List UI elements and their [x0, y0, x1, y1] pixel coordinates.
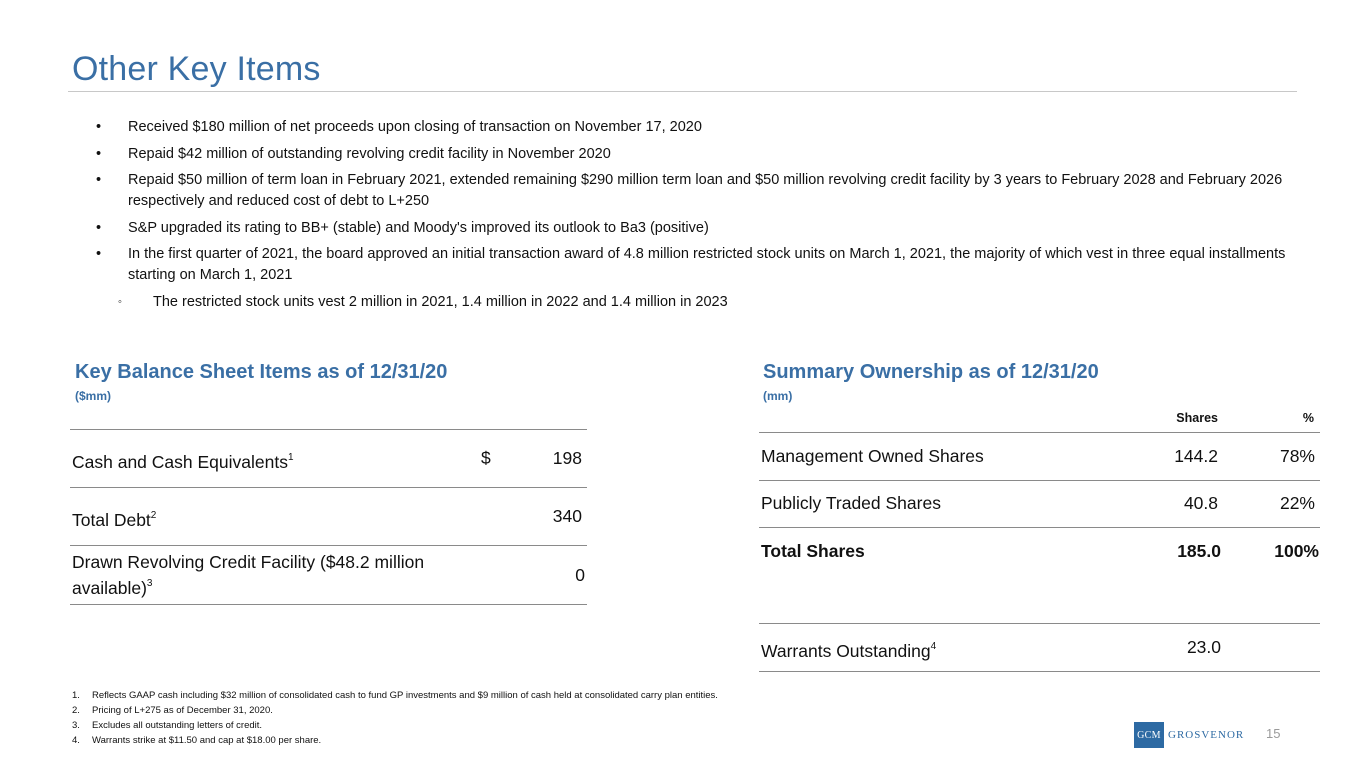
balance-sheet-unit: ($mm)	[75, 389, 112, 403]
table-rule	[759, 671, 1320, 672]
percent-column-header: %	[1302, 411, 1314, 425]
bullet-text: In the first quarter of 2021, the board …	[128, 246, 1286, 283]
bullet-marker: •	[96, 119, 102, 135]
balance-sheet-title: Key Balance Sheet Items as of 12/31/20	[75, 361, 448, 383]
bullet-item: • In the first quarter of 2021, the boar…	[96, 244, 1296, 286]
footnote-ref: 2	[150, 510, 157, 521]
ownership-total-label: Total Shares	[761, 541, 865, 561]
sub-bullet-item: ◦ The restricted stock units vest 2 mill…	[96, 292, 1296, 313]
page-title: Other Key Items	[72, 50, 321, 88]
company-logo: GCM GROSVENOR	[1134, 722, 1244, 748]
table-rule	[759, 480, 1320, 481]
table-rule	[759, 527, 1320, 528]
ownership-row-pct: 22%	[1279, 493, 1315, 513]
balance-row-value: 0	[575, 565, 585, 585]
warrants-shares: 23.0	[1186, 637, 1221, 657]
footnotes: 1. Reflects GAAP cash including $32 milli…	[72, 688, 718, 748]
footnote-ref: 3	[146, 578, 153, 589]
currency-symbol: $	[481, 448, 491, 468]
balance-row-value: 198	[552, 448, 582, 468]
ownership-total-shares: 185.0	[1177, 541, 1221, 561]
bullet-item: • Repaid $42 million of outstanding revo…	[96, 144, 1296, 165]
bullet-text: The restricted stock units vest 2 millio…	[153, 293, 728, 310]
footnote-item: 4. Warrants strike at $11.50 and cap at $…	[72, 735, 322, 746]
balance-row-label: Total Debt2	[72, 510, 157, 530]
bullet-marker: •	[96, 145, 102, 162]
table-rule	[70, 487, 587, 488]
bullet-list: • Received $180 million of net proceeds …	[96, 117, 1296, 318]
table-rule	[759, 432, 1320, 433]
table-rule	[70, 604, 587, 605]
bullet-text: Repaid $50 million of term loan in Febru…	[128, 172, 1283, 209]
ownership-row-pct: 78%	[1279, 446, 1315, 466]
footnote-ref: 1	[287, 452, 294, 463]
footnote-item: 3. Excludes all outstanding letters of cr…	[72, 720, 263, 731]
ownership-title: Summary Ownership as of 12/31/20	[763, 361, 1099, 383]
shares-column-header: Shares	[1176, 411, 1218, 425]
logo-wordmark: GROSVENOR	[1168, 729, 1245, 741]
balance-row-label: Cash and Cash Equivalents1	[72, 452, 294, 472]
footnote-item: 2. Pricing of L+275 as of December 31, 20…	[72, 705, 273, 716]
table-rule	[759, 623, 1320, 624]
ownership-row-label: Management Owned Shares	[761, 446, 984, 466]
ownership-row-shares: 144.2	[1174, 446, 1218, 466]
balance-row-value: 340	[552, 506, 582, 526]
table-rule	[70, 429, 587, 430]
page-number: 15	[1266, 726, 1281, 741]
warrants-label: Warrants Outstanding4	[761, 641, 937, 661]
bullet-item: • S&P upgraded its rating to BB+ (stable…	[96, 218, 1296, 239]
bullet-marker: •	[96, 219, 102, 236]
bullet-text: S&P upgraded its rating to BB+ (stable) …	[128, 219, 709, 236]
logo-mark: GCM	[1134, 722, 1164, 748]
sub-bullet-marker: ◦	[118, 295, 122, 308]
bullet-item: • Received $180 million of net proceeds …	[96, 117, 1296, 138]
footnote-item: 1. Reflects GAAP cash including $32 milli…	[72, 690, 718, 701]
ownership-row-shares: 40.8	[1183, 493, 1218, 513]
bullet-marker: •	[96, 246, 102, 262]
bullet-text: Repaid $42 million of outstanding revolv…	[128, 145, 611, 162]
ownership-total-pct: 100%	[1274, 541, 1319, 561]
title-divider	[68, 91, 1297, 92]
balance-row-label: Drawn Revolving Credit Facility ($48.2 m…	[72, 552, 425, 598]
footnote-ref: 4	[930, 641, 937, 652]
table-rule	[70, 545, 587, 546]
bullet-text: Received $180 million of net proceeds up…	[128, 119, 702, 135]
ownership-unit: (mm)	[763, 389, 793, 403]
bullet-item: • Repaid $50 million of term loan in Feb…	[96, 170, 1296, 212]
bullet-marker: •	[96, 172, 102, 188]
ownership-row-label: Publicly Traded Shares	[761, 493, 941, 513]
